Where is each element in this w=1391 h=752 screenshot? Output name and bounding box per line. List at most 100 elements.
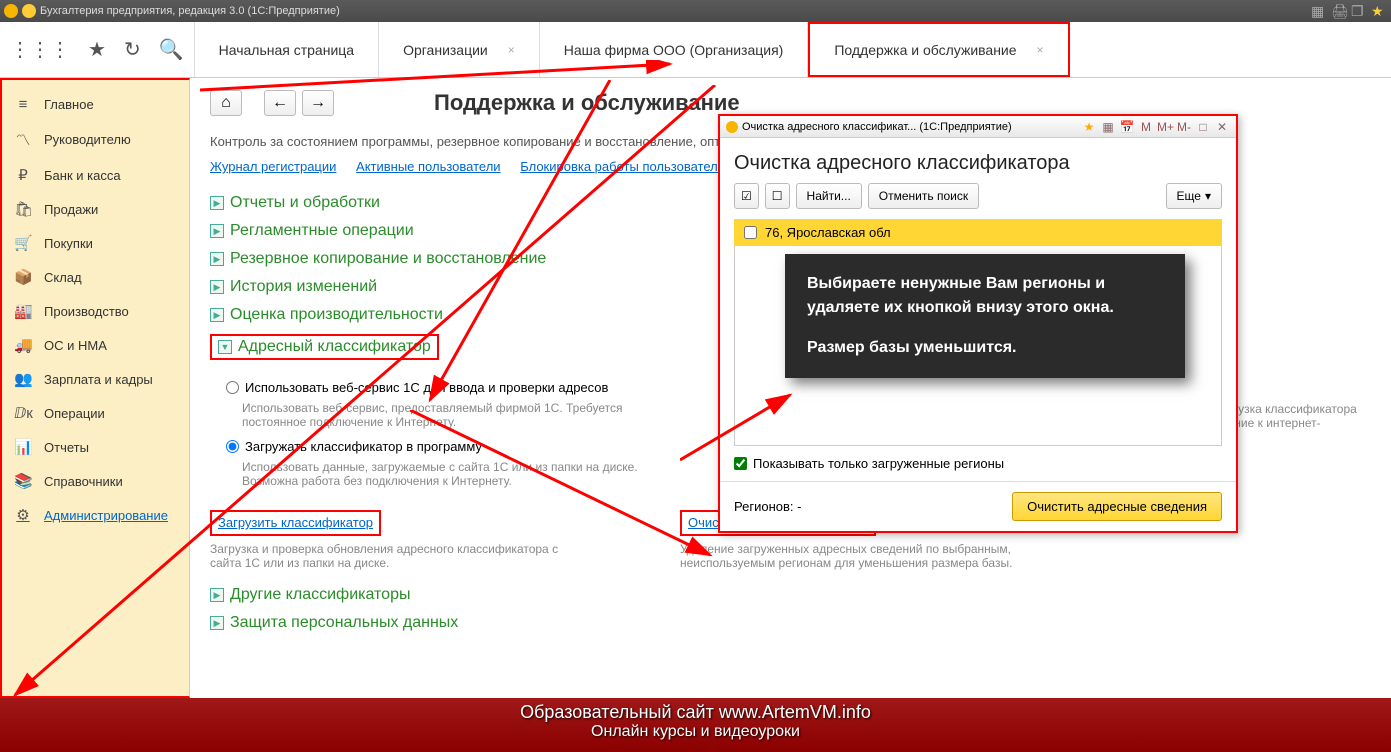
main-toolbar: ⋮⋮⋮ ★ ↻ 🔍 Начальная страница Организации… <box>0 22 1391 78</box>
select-all-button[interactable]: ☑ <box>734 183 759 209</box>
apps-icon[interactable]: ⋮⋮⋮ <box>10 37 70 62</box>
fav-icon[interactable]: ★ <box>1081 120 1097 134</box>
sidebar-item-salary[interactable]: 👥Зарплата и кадры <box>2 362 189 396</box>
expand-icon: ▶ <box>210 252 224 266</box>
tab-firm[interactable]: Наша фирма ООО (Организация) <box>540 22 809 77</box>
page-title: Поддержка и обслуживание <box>434 90 740 116</box>
home-button[interactable]: ⌂ <box>210 90 242 116</box>
memory-mplus[interactable]: M+ <box>1157 120 1173 134</box>
back-button[interactable]: ← <box>264 90 296 116</box>
region-label: 76, Ярославская обл <box>765 225 891 240</box>
more-button[interactable]: Еще ▾ <box>1166 183 1222 209</box>
dialog-footer: Регионов: - Очистить адресные сведения <box>720 481 1236 531</box>
region-checkbox[interactable] <box>744 226 757 239</box>
chart-icon: 〽 <box>14 129 32 150</box>
dialog-title-text: Очистка адресного классификат... (1С:Пре… <box>742 121 1012 133</box>
people-icon: 👥 <box>14 370 32 388</box>
window-controls: ▦ 🖨 ❐ ★ <box>1311 0 1387 22</box>
sidebar-item-bank[interactable]: ₽Банк и касса <box>2 158 189 192</box>
bag-icon: 🛍 <box>14 200 32 218</box>
titlebar-text: Бухгалтерия предприятия, редакция 3.0 (1… <box>40 5 340 17</box>
promo-banner: Образовательный сайт www.ArtemVM.info Он… <box>0 698 1391 752</box>
link-active-users[interactable]: Активные пользователи <box>356 159 501 174</box>
sidebar-item-operations[interactable]: ⅅкОперации <box>2 396 189 430</box>
load-classifier-box: Загрузить классификатор <box>210 510 381 536</box>
tab-organizations[interactable]: Организации× <box>379 22 540 77</box>
sidebar-item-manager[interactable]: 〽Руководителю <box>2 121 189 158</box>
link-block-users[interactable]: Блокировка работы пользователей <box>520 159 732 174</box>
books-icon: 📚 <box>14 472 32 490</box>
radio-webservice-help: Использовать веб-сервис, предоставляемый… <box>242 401 662 429</box>
sidebar-item-main[interactable]: ≡Главное <box>2 88 189 121</box>
dialog-titlebar[interactable]: Очистка адресного классификат... (1С:Пре… <box>720 116 1236 138</box>
dialog-toolbar: ☑ ☐ Найти... Отменить поиск Еще ▾ <box>720 183 1236 219</box>
sidebar-item-sales[interactable]: 🛍Продажи <box>2 192 189 226</box>
report-icon: 📊 <box>14 438 32 456</box>
expand-icon: ▶ <box>210 224 224 238</box>
close-icon[interactable]: ✕ <box>1214 120 1230 134</box>
sidebar-item-assets[interactable]: 🚚ОС и НМА <box>2 328 189 362</box>
favorites-icon[interactable]: ★ <box>88 37 106 62</box>
section-address-classifier[interactable]: ▼Адресный классификатор <box>210 334 439 360</box>
calc-icon[interactable]: ▦ <box>1311 3 1327 19</box>
app-icon <box>4 4 18 18</box>
expand-icon: ▶ <box>210 280 224 294</box>
sidebar-item-production[interactable]: 🏭Производство <box>2 294 189 328</box>
link-journal[interactable]: Журнал регистрации <box>210 159 336 174</box>
cart-icon: 🛒 <box>14 234 32 252</box>
show-loaded-checkbox[interactable]: Показывать только загруженные регионы <box>720 446 1236 481</box>
expand-icon: ▶ <box>210 616 224 630</box>
deselect-all-button[interactable]: ☐ <box>765 183 790 209</box>
dropdown-icon[interactable] <box>22 4 36 18</box>
sidebar-item-purchases[interactable]: 🛒Покупки <box>2 226 189 260</box>
memory-m[interactable]: M <box>1138 120 1154 134</box>
sidebar-item-administration[interactable]: ⚙Администрирование <box>2 498 189 532</box>
clear-address-button[interactable]: Очистить адресные сведения <box>1012 492 1222 521</box>
link-load-classifier[interactable]: Загрузить классификатор <box>218 515 373 530</box>
calc-icon[interactable]: ▦ <box>1100 120 1116 134</box>
region-list: Выбираете ненужные Вам регионы и удаляет… <box>734 246 1222 446</box>
collapse-icon: ▼ <box>218 340 232 354</box>
forward-button[interactable]: → <box>302 90 334 116</box>
section-personal-data[interactable]: ▶Защита персональных данных <box>210 614 1371 632</box>
star-icon[interactable]: ★ <box>1371 3 1387 19</box>
dialog-heading: Очистка адресного классификатора <box>720 138 1236 183</box>
tab-support[interactable]: Поддержка и обслуживание× <box>808 22 1069 77</box>
banner-line1: Образовательный сайт www.ArtemVM.info <box>0 698 1391 723</box>
sidebar: ≡Главное 〽Руководителю ₽Банк и касса 🛍Пр… <box>0 78 190 698</box>
memory-mminus[interactable]: M- <box>1176 120 1192 134</box>
close-icon[interactable]: × <box>1037 43 1044 57</box>
debit-icon: ⅅк <box>14 404 32 422</box>
close-icon[interactable]: × <box>508 43 515 57</box>
tab-start[interactable]: Начальная страница <box>195 22 379 77</box>
radio-load-help: Использовать данные, загружаемые с сайта… <box>242 460 662 488</box>
maximize-icon[interactable]: □ <box>1195 120 1211 134</box>
truck-icon: 🚚 <box>14 336 32 354</box>
app-icon <box>726 121 738 133</box>
banner-line2: Онлайн курсы и видеоуроки <box>0 723 1391 741</box>
calendar-icon[interactable]: 📅 <box>1119 120 1135 134</box>
find-button[interactable]: Найти... <box>796 183 862 209</box>
titlebar: Бухгалтерия предприятия, редакция 3.0 (1… <box>0 0 1391 22</box>
gear-icon: ⚙ <box>14 506 32 524</box>
box-icon: 📦 <box>14 268 32 286</box>
region-row[interactable]: 76, Ярославская обл <box>734 219 1222 246</box>
section-other-classifiers[interactable]: ▶Другие классификаторы <box>210 586 1371 604</box>
expand-icon: ▶ <box>210 588 224 602</box>
print-icon[interactable]: 🖨 <box>1331 3 1347 19</box>
instruction-tooltip: Выбираете ненужные Вам регионы и удаляет… <box>785 254 1185 378</box>
home-icon: ≡ <box>14 96 32 113</box>
cancel-find-button[interactable]: Отменить поиск <box>868 183 979 209</box>
ruble-icon: ₽ <box>14 166 32 184</box>
search-icon[interactable]: 🔍 <box>159 37 184 62</box>
clear-classifier-dialog: Очистка адресного классификат... (1С:Пре… <box>718 114 1238 533</box>
sidebar-item-reports[interactable]: 📊Отчеты <box>2 430 189 464</box>
regions-count: Регионов: - <box>734 499 801 514</box>
history-icon[interactable]: ↻ <box>124 37 141 62</box>
tabs: Начальная страница Организации× Наша фир… <box>195 22 1070 77</box>
sidebar-item-catalogs[interactable]: 📚Справочники <box>2 464 189 498</box>
sidebar-item-warehouse[interactable]: 📦Склад <box>2 260 189 294</box>
factory-icon: 🏭 <box>14 302 32 320</box>
expand-icon: ▶ <box>210 308 224 322</box>
copy-icon[interactable]: ❐ <box>1351 3 1367 19</box>
